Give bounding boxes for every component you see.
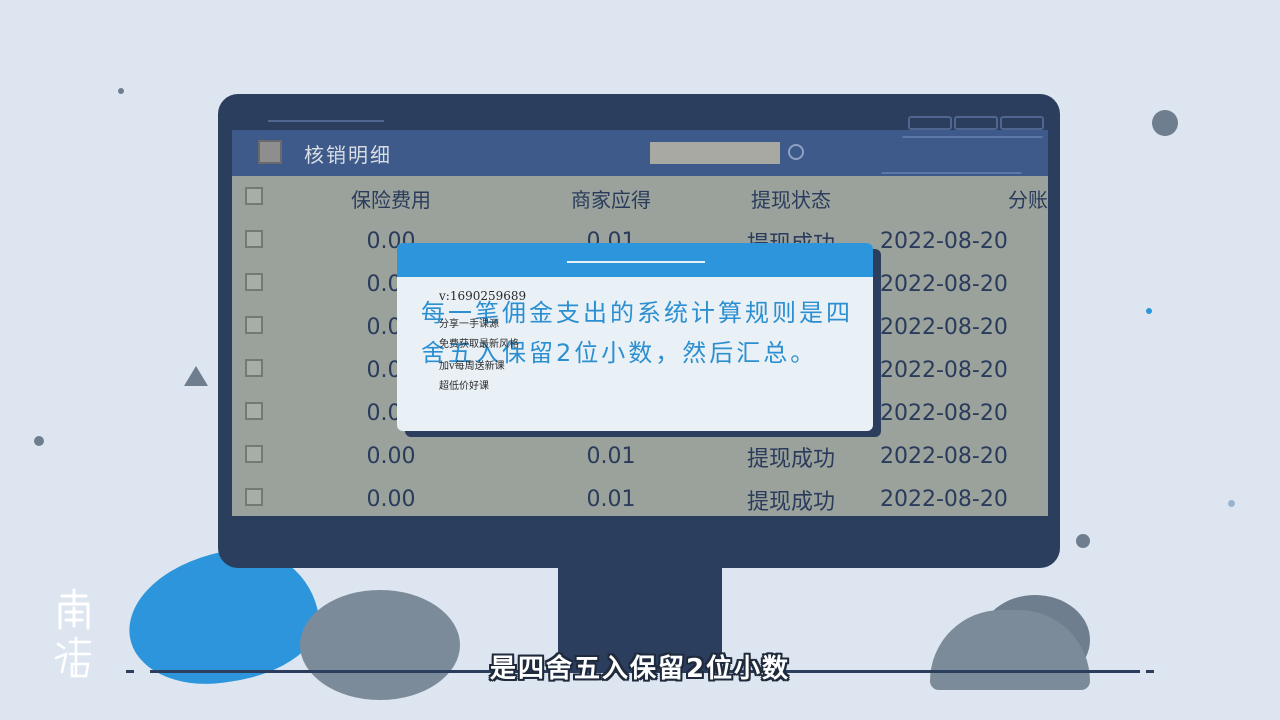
table-row[interactable]: 0.00 0.01 提现成功 2022-08-20 bbox=[232, 478, 1048, 516]
table-row[interactable]: 0.00 0.01 提现成功 2022-08-20 bbox=[232, 435, 1048, 478]
cell-status: 提现成功 bbox=[746, 489, 835, 515]
app-header: 核销明细 bbox=[232, 130, 1048, 176]
decor-dot bbox=[1152, 110, 1178, 136]
row-checkbox[interactable] bbox=[245, 359, 263, 377]
column-header[interactable]: 保险费用 bbox=[276, 176, 506, 220]
row-checkbox[interactable] bbox=[245, 488, 263, 506]
row-checkbox[interactable] bbox=[245, 316, 263, 334]
app-menu-icon[interactable] bbox=[258, 140, 282, 164]
row-checkbox[interactable] bbox=[245, 273, 263, 291]
cell-insurance: 0.00 bbox=[366, 487, 416, 512]
window-button[interactable] bbox=[908, 116, 952, 130]
window-button[interactable] bbox=[954, 116, 998, 130]
decor-dot bbox=[1076, 534, 1090, 548]
dialog-title-line bbox=[567, 261, 705, 263]
decor-dot bbox=[1146, 308, 1152, 314]
window-button[interactable] bbox=[1000, 116, 1044, 130]
cell-date: 2022-08-20 bbox=[880, 487, 1008, 512]
table-header-row: 保险费用 商家应得 提现状态 分账 bbox=[232, 176, 1048, 220]
cell-date: 2022-08-20 bbox=[880, 229, 1008, 254]
cell-merchant: 0.01 bbox=[586, 444, 636, 469]
search-icon[interactable] bbox=[788, 144, 804, 160]
cell-date: 2022-08-20 bbox=[880, 315, 1008, 340]
watermark-line: 超低价好课 bbox=[439, 381, 489, 392]
watermark-contact: v:1690259689 bbox=[439, 289, 527, 303]
row-checkbox[interactable] bbox=[245, 230, 263, 248]
cell-status: 提现成功 bbox=[746, 446, 835, 472]
row-checkbox[interactable] bbox=[245, 402, 263, 420]
cell-insurance: 0.00 bbox=[366, 444, 416, 469]
search-input[interactable] bbox=[650, 142, 780, 164]
select-all-checkbox[interactable] bbox=[245, 187, 263, 205]
column-header[interactable]: 分账 bbox=[866, 176, 1048, 220]
decor-dot bbox=[118, 88, 124, 94]
column-header[interactable]: 商家应得 bbox=[506, 176, 716, 220]
header-decoration bbox=[881, 136, 1043, 174]
decor-triangle bbox=[184, 366, 208, 386]
cell-date: 2022-08-20 bbox=[880, 401, 1008, 426]
column-header[interactable]: 提现状态 bbox=[716, 176, 866, 220]
cell-merchant: 0.01 bbox=[586, 487, 636, 512]
info-dialog: 每一笔佣金支出的系统计算规则是四舍五入保留2位小数，然后汇总。 v:169025… bbox=[397, 243, 873, 431]
cell-date: 2022-08-20 bbox=[880, 272, 1008, 297]
monitor-top-line bbox=[268, 120, 384, 122]
row-checkbox[interactable] bbox=[245, 445, 263, 463]
decor-dot bbox=[1228, 500, 1235, 507]
cell-date: 2022-08-20 bbox=[880, 358, 1008, 383]
cell-date: 2022-08-20 bbox=[880, 444, 1008, 469]
page-title: 核销明细 bbox=[304, 143, 392, 167]
watermark-line: 加v每周送新课 bbox=[439, 361, 505, 372]
watermark-line: 免费获取最新风格 bbox=[439, 339, 519, 350]
video-subtitle: 是四舍五入保留2位小数 bbox=[489, 654, 791, 684]
decor-dot bbox=[34, 436, 44, 446]
watermark-line: 分享一手课源 bbox=[439, 319, 499, 330]
dialog-title-bar bbox=[397, 243, 873, 277]
